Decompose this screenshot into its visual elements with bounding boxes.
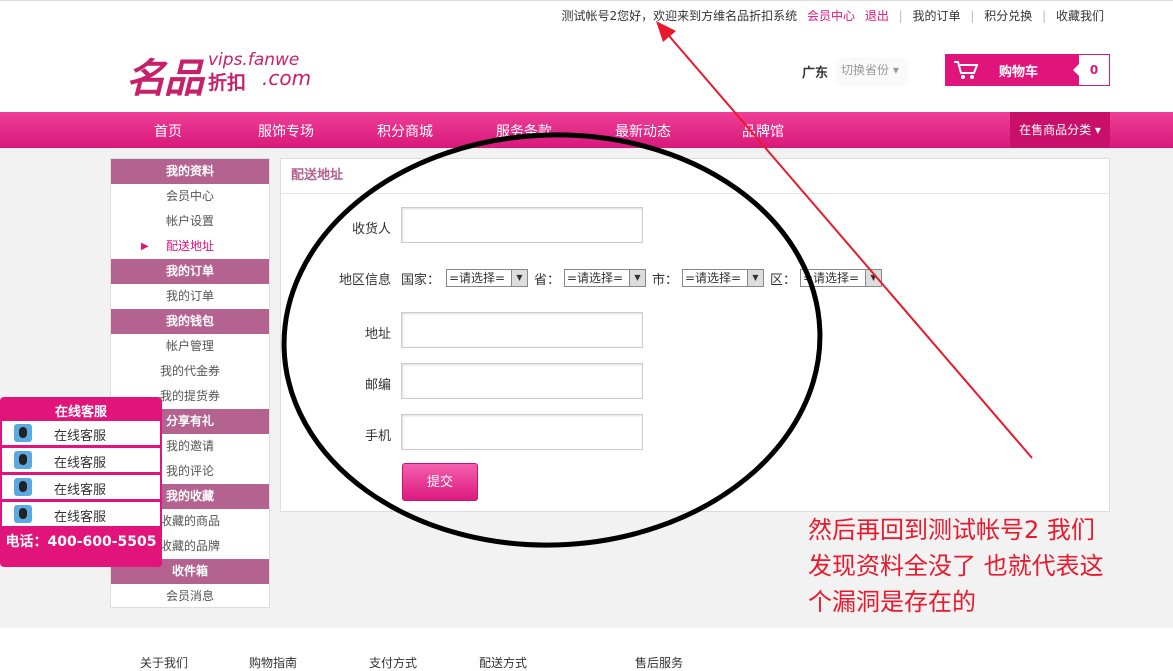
nav-points-mall[interactable]: 积分商城 <box>377 121 433 141</box>
online-service-row[interactable]: 在线客服 <box>2 502 160 526</box>
top-bar: 测试帐号2您好，欢迎来到方维名品折扣系统 会员中心 退出 | 我的订单 | 积分… <box>0 0 1173 29</box>
qq-icon <box>14 505 32 523</box>
logo-mark: 名品 <box>126 56 204 102</box>
online-service-row[interactable]: 在线客服 <box>2 475 160 499</box>
online-service-row[interactable]: 在线客服 <box>2 448 160 472</box>
qq-icon <box>14 424 32 442</box>
logo-subtitle: 折扣 <box>208 72 247 94</box>
sidebar-item-messages[interactable]: 会员消息 <box>111 584 269 609</box>
online-service-label: 在线客服 <box>54 483 107 498</box>
chevron-down-icon: ▼ <box>511 270 527 286</box>
nav-terms[interactable]: 服务条款 <box>496 121 552 141</box>
phone-input[interactable] <box>401 414 643 450</box>
sidebar-section-wallet: 我的钱包 <box>111 309 269 334</box>
region-label: 地区信息 <box>338 273 391 288</box>
annotation-line: 发现资料全没了 也就代表这 <box>808 552 1104 580</box>
current-province: 广东 <box>802 66 829 81</box>
online-service-label: 在线客服 <box>54 510 107 525</box>
country-select[interactable]: =请选择= ▼ <box>446 269 528 287</box>
sidebar-section-profile: 我的资料 <box>111 159 269 184</box>
logo-domain: .com <box>262 66 312 90</box>
district-label: 区： <box>770 273 797 288</box>
cart-count: 0 <box>1079 55 1109 85</box>
footer-link-delivery[interactable]: 配送方式 <box>479 654 527 671</box>
member-center-link[interactable]: 会员中心 <box>807 9 855 23</box>
greeting-text: 测试帐号2您好，欢迎来到方维名品折扣系统 <box>561 9 798 23</box>
active-arrow-icon: ▶ <box>141 241 149 252</box>
cart-button[interactable]: 购物车 0 <box>945 54 1110 86</box>
chevron-down-icon: ▼ <box>865 270 881 286</box>
sidebar-item-account-management[interactable]: 帐户管理 <box>111 334 269 359</box>
nav-news[interactable]: 最新动态 <box>615 121 671 141</box>
sidebar-item-vouchers[interactable]: 我的代金券 <box>111 359 269 384</box>
receiver-label: 收货人 <box>351 222 391 237</box>
points-exchange-link[interactable]: 积分兑换 <box>984 9 1032 23</box>
chevron-down-icon: ▼ <box>629 270 645 286</box>
city-select-value: =请选择= <box>685 271 742 285</box>
annotation-note: 然后再回到测试帐号2 我们 发现资料全没了 也就代表这 个漏洞是存在的 <box>808 512 1173 620</box>
address-label: 地址 <box>364 327 391 342</box>
zip-input[interactable] <box>401 363 643 399</box>
online-service-title: 在线客服 <box>54 405 107 420</box>
district-select[interactable]: =请选择= ▼ <box>800 269 882 287</box>
submit-button[interactable]: 提交 <box>402 463 478 501</box>
district-select-value: =请选择= <box>803 271 860 285</box>
province-select[interactable]: =请选择= ▼ <box>564 269 646 287</box>
qq-icon <box>14 451 32 469</box>
province-switch[interactable]: 切换省份 ▾ <box>836 58 908 86</box>
service-phone: 电话：400-600-5505 <box>5 534 157 550</box>
cart-icon <box>954 61 979 79</box>
delivery-address-panel: 配送地址 收货人 地区信息 国家： =请选择= ▼ 省： =请选择= ▼ 市： =请… <box>280 158 1110 512</box>
phone-label: 手机 <box>364 429 391 444</box>
province-label: 省： <box>534 273 561 288</box>
country-label: 国家： <box>401 273 441 288</box>
footer-link-about[interactable]: 关于我们 <box>140 654 188 671</box>
my-orders-link[interactable]: 我的订单 <box>913 9 961 23</box>
footer-link-guide[interactable]: 购物指南 <box>249 654 297 671</box>
main-nav: 首页 服饰专场 积分商城 服务条款 最新动态 品牌馆 在售商品分类 ▾ <box>0 112 1173 148</box>
online-service-label: 在线客服 <box>54 456 107 471</box>
nav-home[interactable]: 首页 <box>154 121 182 141</box>
sidebar-item-my-orders[interactable]: 我的订单 <box>111 284 269 309</box>
footer-link-after-sales[interactable]: 售后服务 <box>635 654 683 671</box>
annotation-line: 然后再回到测试帐号2 我们 <box>808 516 1095 544</box>
qq-icon <box>14 478 32 496</box>
zip-label: 邮编 <box>364 378 391 393</box>
category-dropdown[interactable]: 在售商品分类 ▾ <box>1010 112 1110 148</box>
sidebar-item-delivery-address[interactable]: ▶ 配送地址 <box>111 234 269 259</box>
annotation-line: 个漏洞是存在的 <box>808 588 976 616</box>
nav-brands[interactable]: 品牌馆 <box>742 121 784 141</box>
cart-label: 购物车 <box>999 65 1039 80</box>
online-service-label: 在线客服 <box>54 429 107 444</box>
receiver-input[interactable] <box>401 207 643 243</box>
sidebar-item-member-center[interactable]: 会员中心 <box>111 184 269 209</box>
city-label: 市： <box>652 273 679 288</box>
province-select-value: =请选择= <box>567 271 624 285</box>
footer-link-payment[interactable]: 支付方式 <box>369 654 417 671</box>
online-service-row[interactable]: 在线客服 <box>2 421 160 445</box>
sidebar-item-label: 配送地址 <box>165 239 214 253</box>
logout-link[interactable]: 退出 <box>865 9 889 23</box>
site-logo[interactable]: 名品 vips.fanwe 折扣 .com <box>126 46 326 102</box>
address-input[interactable] <box>401 312 643 348</box>
nav-apparel[interactable]: 服饰专场 <box>258 121 314 141</box>
sidebar-item-account-settings[interactable]: 帐户设置 <box>111 209 269 234</box>
top-links: 测试帐号2您好，欢迎来到方维名品折扣系统 会员中心 退出 | 我的订单 | 积分… <box>561 9 1104 23</box>
country-select-value: =请选择= <box>449 271 506 285</box>
city-select[interactable]: =请选择= ▼ <box>682 269 764 287</box>
sidebar-section-orders: 我的订单 <box>111 259 269 284</box>
chevron-down-icon: ▼ <box>747 270 763 286</box>
favorite-us-link[interactable]: 收藏我们 <box>1056 9 1104 23</box>
panel-title: 配送地址 <box>281 159 1109 194</box>
online-service-widget: 在线客服 在线客服 在线客服 在线客服 在线客服 电话：400-600-5505 <box>0 397 162 567</box>
